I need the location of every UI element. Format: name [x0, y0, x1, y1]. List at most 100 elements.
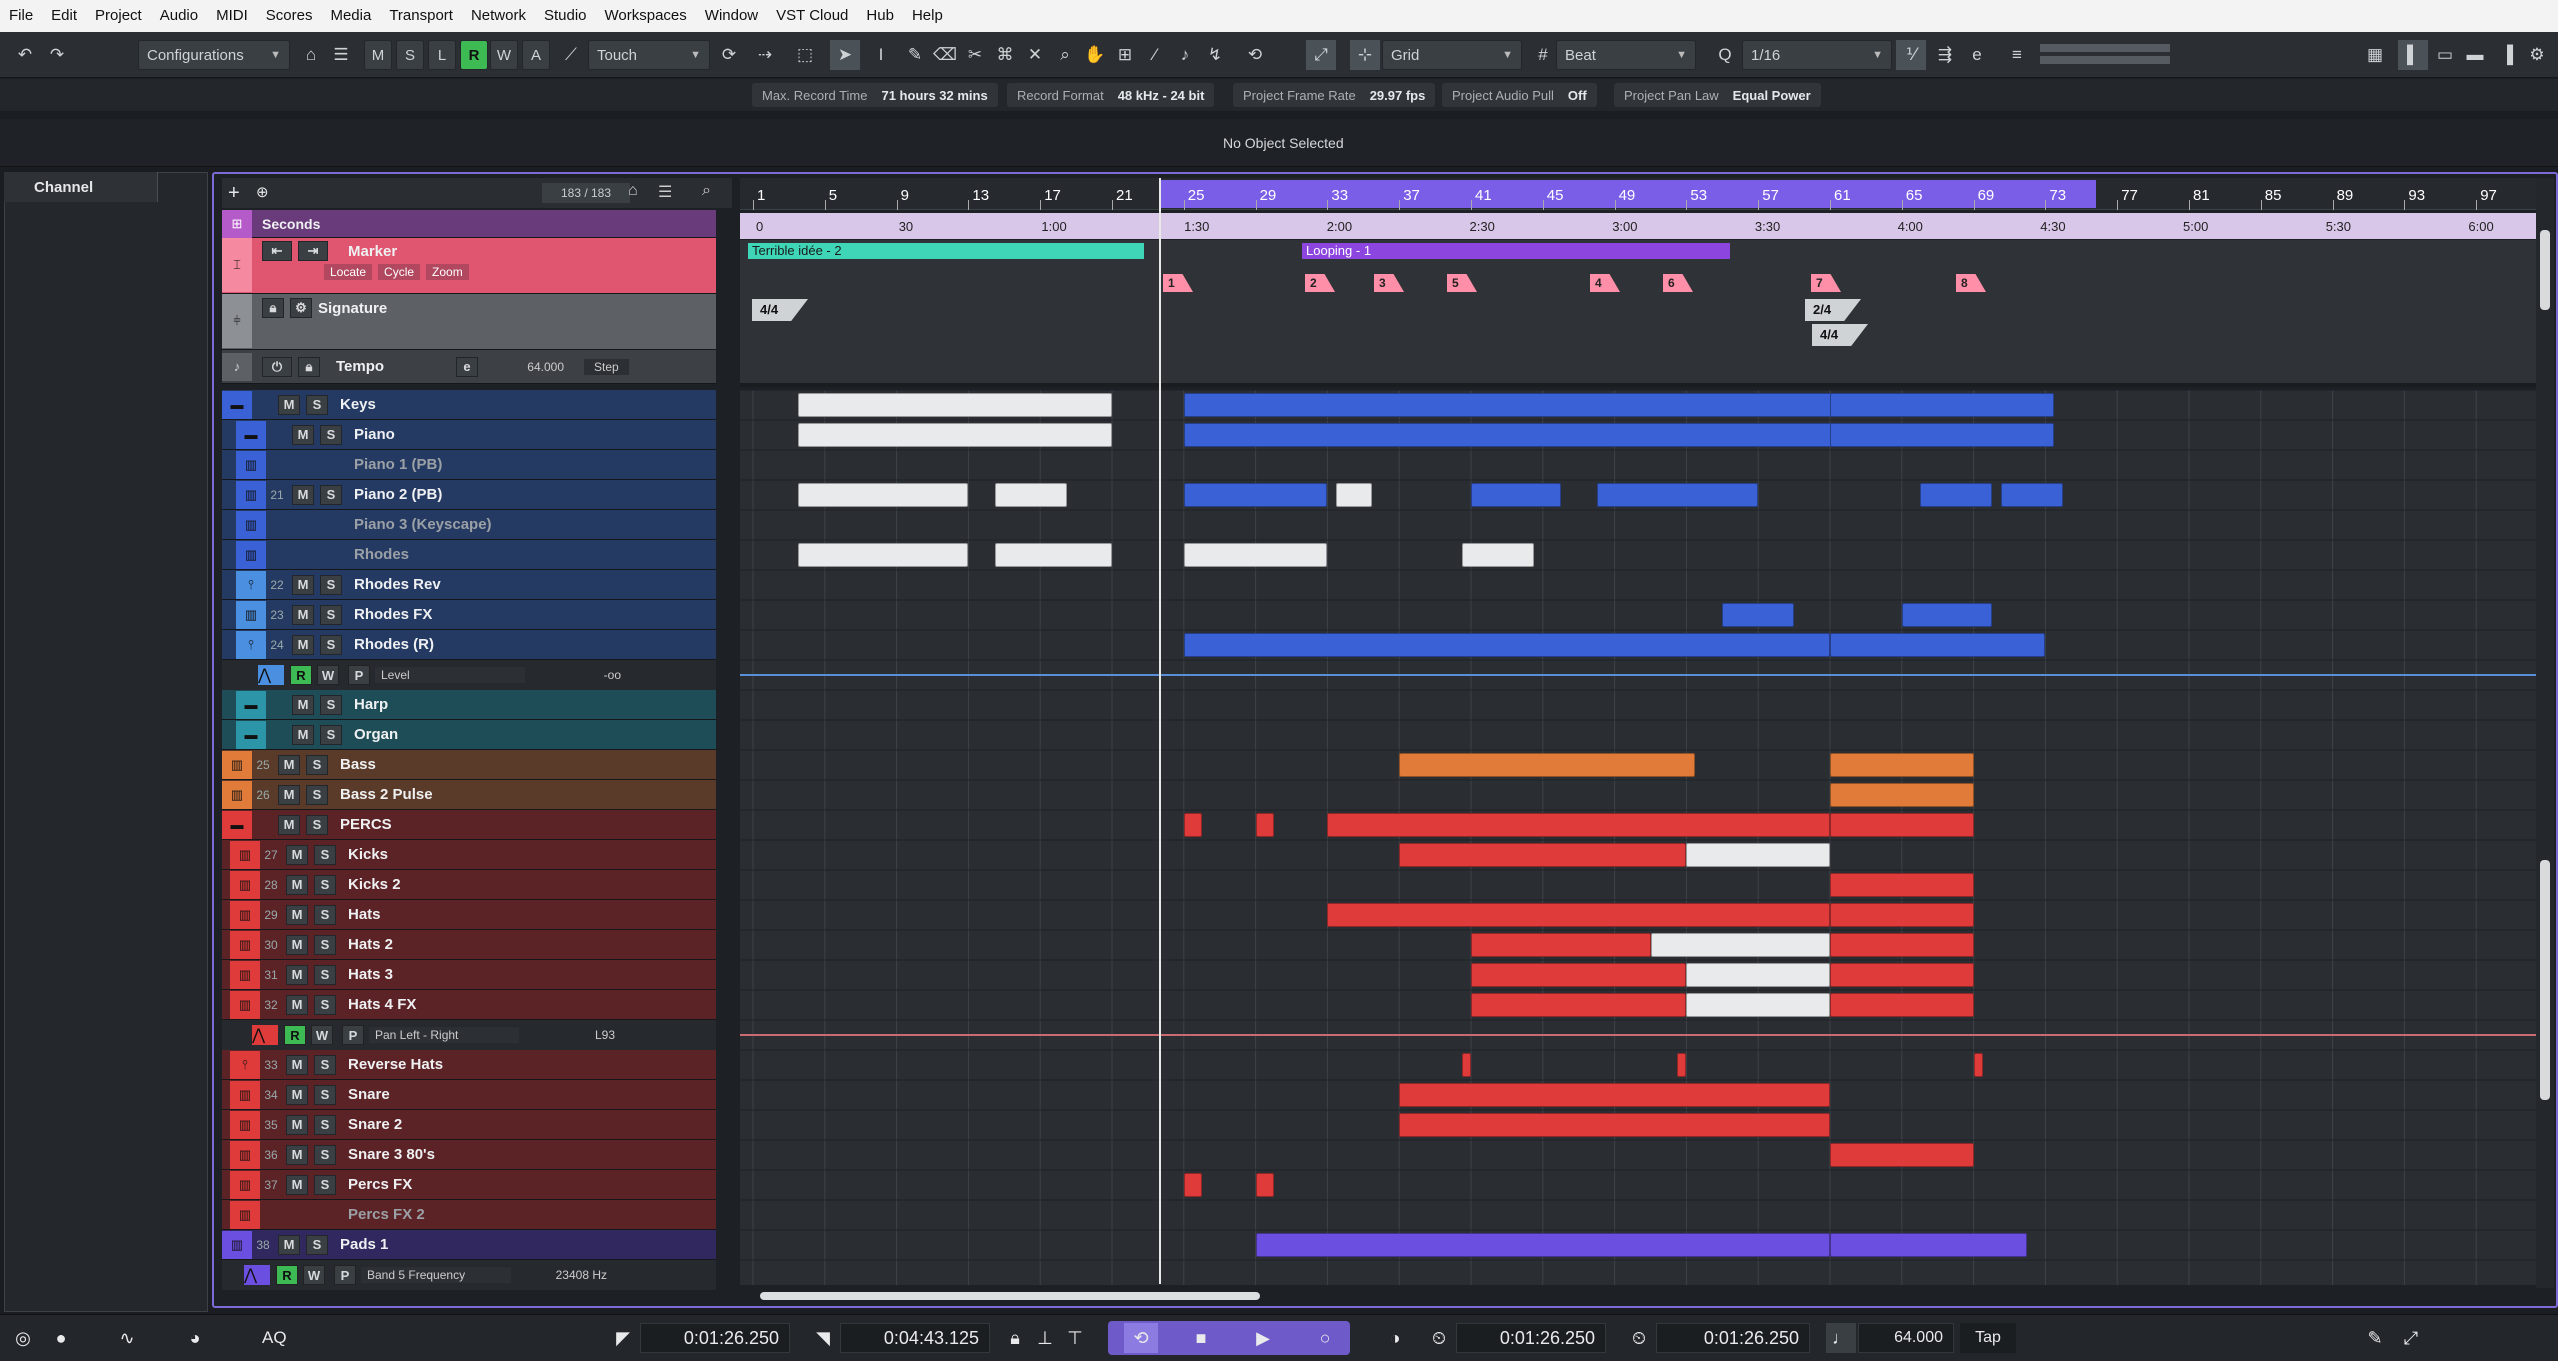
- configurations-dropdown[interactable]: Configurations ▼: [138, 40, 290, 70]
- solo-button[interactable]: S: [320, 484, 342, 505]
- tab-channel[interactable]: Channel: [4, 172, 158, 202]
- write-toggle[interactable]: W: [317, 665, 339, 685]
- audio-performance-icon[interactable]: ∿: [112, 1323, 142, 1353]
- record-format[interactable]: Record Format 48 kHz - 24 bit: [1007, 83, 1215, 107]
- mute-button[interactable]: M: [286, 904, 308, 925]
- snap-icon[interactable]: ⟳: [714, 40, 744, 70]
- track-name[interactable]: Rhodes: [354, 546, 409, 563]
- track-bass-2-pulse[interactable]: ▥ 26 M S Bass 2 Pulse: [222, 780, 716, 810]
- menu-midi[interactable]: MIDI: [207, 0, 257, 32]
- write-toggle[interactable]: W: [311, 1025, 333, 1045]
- track-presets-icon[interactable]: ⊕: [256, 182, 278, 204]
- track-rhodes-r-[interactable]: ⫯ 24 M S Rhodes (R): [222, 630, 716, 660]
- marker-track[interactable]: ⌶ ⇤ ⇥ Marker Locate Cycle Zoom: [222, 238, 716, 294]
- track-name[interactable]: PERCS: [340, 816, 392, 833]
- folder-icon[interactable]: ▬: [222, 810, 252, 839]
- event-part[interactable]: [1183, 543, 1328, 567]
- project-pan-law[interactable]: Project Pan Law Equal Power: [1614, 83, 1821, 107]
- audition-tool-icon[interactable]: ♪: [1170, 40, 1200, 70]
- lock-icon[interactable]: 🔒︎: [1000, 1323, 1030, 1353]
- event-part[interactable]: [1596, 483, 1759, 507]
- project-cursor[interactable]: [1159, 178, 1161, 1284]
- solo-button[interactable]: S: [314, 1084, 336, 1105]
- menu-media[interactable]: Media: [321, 0, 380, 32]
- track-name[interactable]: Snare 3 80's: [348, 1146, 435, 1163]
- track-name[interactable]: Kicks: [348, 846, 388, 863]
- solo-button[interactable]: S: [314, 934, 336, 955]
- automation-value[interactable]: -oo: [525, 668, 621, 682]
- mute-button[interactable]: M: [292, 634, 314, 655]
- instrument-track-icon[interactable]: ▥: [236, 510, 266, 539]
- track-visibility-count[interactable]: 183 / 183: [542, 183, 630, 203]
- track-piano-3-keyscape-[interactable]: ▥ Piano 3 (Keyscape): [222, 510, 716, 540]
- track-pads-1[interactable]: ▥ 38 M S Pads 1: [222, 1230, 716, 1260]
- add-track-icon[interactable]: +: [228, 182, 250, 204]
- draw-tool-icon[interactable]: ✎: [900, 40, 930, 70]
- mute-tool-icon[interactable]: ✕: [1020, 40, 1050, 70]
- solo-button[interactable]: S: [314, 874, 336, 895]
- event-part[interactable]: [1830, 1143, 1974, 1167]
- vertical-scrollbar[interactable]: [2536, 178, 2554, 1288]
- event-part[interactable]: [1399, 753, 1696, 777]
- event-part[interactable]: [2000, 483, 2064, 507]
- solo-button[interactable]: S: [314, 904, 336, 925]
- marker-next-icon[interactable]: ⇥: [298, 241, 328, 261]
- automation-parameter-dropdown[interactable]: Band 5 Frequency: [361, 1267, 511, 1283]
- event-part[interactable]: [1830, 933, 1974, 957]
- instrument-track-icon[interactable]: ▥: [230, 1080, 260, 1109]
- track-piano[interactable]: ▬ M S Piano: [222, 420, 716, 450]
- tool-group-icon[interactable]: ⇢: [750, 40, 780, 70]
- solo-button[interactable]: S: [320, 424, 342, 445]
- erase-tool-icon[interactable]: ⌫: [930, 40, 960, 70]
- track-name[interactable]: Hats: [348, 906, 381, 923]
- solo-button[interactable]: S: [306, 394, 328, 415]
- event-part[interactable]: [1830, 1233, 2028, 1257]
- folder-icon[interactable]: ⌂: [628, 182, 638, 200]
- metronome-icon[interactable]: ◕: [180, 1323, 210, 1353]
- stop-icon[interactable]: ■: [1186, 1323, 1216, 1353]
- mute-button[interactable]: M: [286, 1114, 308, 1135]
- aq-toggle[interactable]: AQ: [262, 1323, 287, 1353]
- event-part[interactable]: [1327, 903, 1830, 927]
- automation-mode-dropdown[interactable]: Touch ▼: [588, 40, 710, 70]
- gear-icon[interactable]: ⚙: [290, 298, 312, 318]
- event-part[interactable]: [1686, 963, 1830, 987]
- project-audio-pull[interactable]: Project Audio Pull Off: [1442, 83, 1597, 107]
- track-kicks-2[interactable]: ▥ 28 M S Kicks 2: [222, 870, 716, 900]
- track-organ[interactable]: ▬ M S Organ: [222, 720, 716, 750]
- cycle-marker-looping[interactable]: Looping - 1: [1302, 243, 1730, 259]
- solo-button[interactable]: S: [320, 574, 342, 595]
- track-name[interactable]: Pads 1: [340, 1236, 388, 1253]
- track-name[interactable]: Rhodes Rev: [354, 576, 441, 593]
- event-part[interactable]: [1677, 1053, 1687, 1077]
- timewarp-tool-icon[interactable]: ↯: [1200, 40, 1230, 70]
- parameter-icon[interactable]: P: [334, 1265, 356, 1285]
- event-part[interactable]: [1973, 1053, 1983, 1077]
- jog-icon[interactable]: ◑: [1380, 1323, 1410, 1353]
- menu-help[interactable]: Help: [903, 0, 952, 32]
- tempo-display[interactable]: 64.000: [1858, 1323, 1954, 1353]
- tempo-track-toggle-icon[interactable]: ♩: [1826, 1323, 1856, 1353]
- snap-toggle-icon[interactable]: ⤢: [1306, 40, 1336, 70]
- track-name[interactable]: Rhodes (R): [354, 636, 434, 653]
- project-frame-rate[interactable]: Project Frame Rate 29.97 fps: [1233, 83, 1436, 107]
- read-automation-toggle[interactable]: R: [460, 40, 488, 70]
- event-part[interactable]: [1471, 933, 1651, 957]
- mute-button[interactable]: M: [292, 574, 314, 595]
- parameter-icon[interactable]: P: [342, 1025, 364, 1045]
- mute-button[interactable]: M: [286, 994, 308, 1015]
- search-icon[interactable]: ⌕: [702, 182, 711, 200]
- menu-transport[interactable]: Transport: [380, 0, 462, 32]
- mute-button[interactable]: M: [292, 694, 314, 715]
- snap-type-dropdown[interactable]: Grid ▼: [1382, 40, 1522, 70]
- secondary-time-display[interactable]: 0:01:26.250: [1656, 1323, 1810, 1353]
- sync-icon[interactable]: ⤢: [2396, 1323, 2426, 1353]
- glue-tool-icon[interactable]: ⌘: [990, 40, 1020, 70]
- right-locator-display[interactable]: 0:04:43.125: [840, 1323, 990, 1353]
- instrument-track-icon[interactable]: ▥: [236, 450, 266, 479]
- track-name[interactable]: Percs FX: [348, 1176, 412, 1193]
- instrument-track-icon[interactable]: ▥: [222, 780, 252, 809]
- solo-button[interactable]: S: [314, 1174, 336, 1195]
- solo-button[interactable]: S: [306, 1234, 328, 1255]
- instrument-track-icon[interactable]: ▥: [230, 930, 260, 959]
